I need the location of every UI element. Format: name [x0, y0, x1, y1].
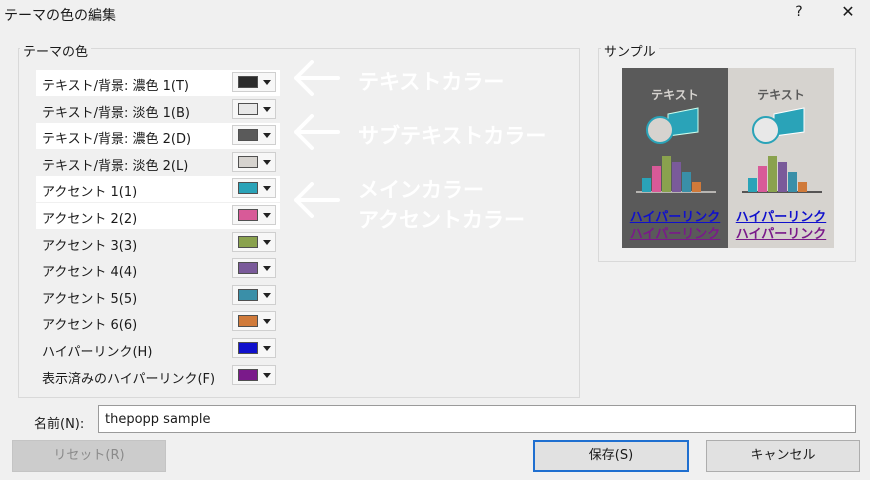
sample-graphic: [636, 107, 716, 193]
chevron-down-icon: [263, 319, 271, 325]
color-picker-button[interactable]: [232, 284, 276, 305]
color-swatch: [238, 129, 258, 142]
color-swatch: [238, 155, 258, 168]
color-row-label: テキスト/背景: 淡色 2(L): [42, 158, 189, 174]
name-input[interactable]: [98, 405, 856, 433]
chevron-down-icon: [263, 80, 271, 85]
color-row: ハイパーリンク(H): [36, 336, 280, 362]
color-swatch: [238, 315, 258, 328]
color-row-label: テキスト/背景: 淡色 1(B): [42, 105, 190, 121]
color-row-label: 表示済みのハイパーリンク(F): [42, 371, 216, 387]
sample-visited-hyperlink: ハイパーリンク: [629, 227, 721, 242]
chevron-down-icon: [263, 159, 271, 165]
color-picker-button[interactable]: [232, 205, 276, 225]
color-row-label: アクセント 4(4): [42, 265, 138, 281]
color-picker-button[interactable]: [232, 231, 276, 252]
sample-preview: テキスト ハイパーリンク ハイパーリンク テキスト ハイパーリンク ハイパーリン…: [622, 68, 834, 248]
reset-button[interactable]: リセット(R): [12, 440, 166, 472]
color-row-label: ハイパーリンク(H): [42, 345, 153, 360]
annotation-accent-color: アクセントカラー: [358, 208, 525, 232]
window-title: テーマの色の編集: [4, 8, 116, 24]
color-row: アクセント 1(1): [36, 176, 280, 203]
color-row-label: アクセント 2(2): [42, 212, 138, 227]
color-row-label: アクセント 5(5): [42, 291, 138, 307]
help-button[interactable]: ?: [791, 4, 807, 20]
annotation-subtext-color: サブテキストカラー: [358, 124, 547, 148]
color-swatch: [238, 368, 258, 381]
sample-light-panel: テキスト ハイパーリンク ハイパーリンク: [728, 68, 834, 248]
color-swatch: [238, 262, 258, 275]
left-arrow-icon: [294, 182, 340, 218]
chevron-down-icon: [263, 239, 271, 245]
color-swatch: [238, 288, 258, 301]
sample-visited-hyperlink: ハイパーリンク: [735, 227, 827, 242]
color-picker-button[interactable]: [232, 338, 276, 358]
color-row: アクセント 5(5): [36, 283, 280, 309]
chevron-down-icon: [263, 266, 271, 272]
chevron-down-icon: [263, 213, 271, 218]
color-row: アクセント 3(3): [36, 230, 280, 256]
left-arrow-icon: [294, 60, 340, 96]
annotation-text-color: テキストカラー: [358, 70, 505, 94]
color-swatch: [238, 102, 258, 115]
color-picker-button[interactable]: [232, 364, 276, 385]
theme-colors-label: テーマの色: [20, 41, 92, 60]
color-picker-button[interactable]: [232, 178, 276, 199]
title-bar: テーマの色の編集 ? ✕: [0, 0, 870, 28]
left-arrow-icon: [294, 114, 340, 150]
color-row-label: テキスト/背景: 濃色 1(T): [42, 79, 189, 94]
chevron-down-icon: [263, 292, 271, 298]
color-swatch: [238, 182, 258, 195]
color-row-label: テキスト/背景: 濃色 2(D): [42, 132, 192, 148]
color-row: アクセント 6(6): [36, 309, 280, 335]
color-row: テキスト/背景: 淡色 2(L): [36, 150, 280, 176]
color-row: アクセント 4(4): [36, 256, 280, 282]
sample-dark-panel: テキスト ハイパーリンク ハイパーリンク: [622, 68, 728, 248]
chevron-down-icon: [263, 346, 271, 351]
color-swatch: [238, 76, 258, 88]
color-row: テキスト/背景: 淡色 1(B): [36, 97, 280, 123]
color-swatch: [238, 209, 258, 221]
close-button[interactable]: ✕: [838, 2, 858, 21]
color-row: アクセント 2(2): [36, 203, 280, 229]
chevron-down-icon: [263, 372, 271, 378]
sample-label: サンプル: [601, 41, 659, 60]
color-row-label: アクセント 3(3): [42, 238, 138, 254]
name-label: 名前(N):: [34, 417, 85, 432]
color-picker-button[interactable]: [232, 72, 276, 92]
color-picker-button[interactable]: [232, 311, 276, 332]
color-picker-button[interactable]: [232, 98, 276, 119]
sample-graphic: [742, 107, 822, 193]
color-picker-button[interactable]: [232, 125, 276, 146]
color-row: テキスト/背景: 濃色 2(D): [36, 123, 280, 150]
color-picker-button[interactable]: [232, 258, 276, 279]
chevron-down-icon: [263, 106, 271, 112]
color-row-label: アクセント 6(6): [42, 318, 138, 334]
annotation-main-color: メインカラー: [358, 178, 484, 202]
save-button[interactable]: 保存(S): [533, 440, 689, 472]
color-row-label: アクセント 1(1): [42, 185, 138, 201]
color-row: テキスト/背景: 濃色 1(T): [36, 70, 280, 96]
color-picker-button[interactable]: [232, 151, 276, 172]
chevron-down-icon: [263, 133, 271, 139]
color-swatch: [238, 342, 258, 354]
color-swatch: [238, 235, 258, 248]
chevron-down-icon: [263, 186, 271, 192]
color-row: 表示済みのハイパーリンク(F): [36, 363, 280, 389]
cancel-button[interactable]: キャンセル: [706, 440, 860, 472]
